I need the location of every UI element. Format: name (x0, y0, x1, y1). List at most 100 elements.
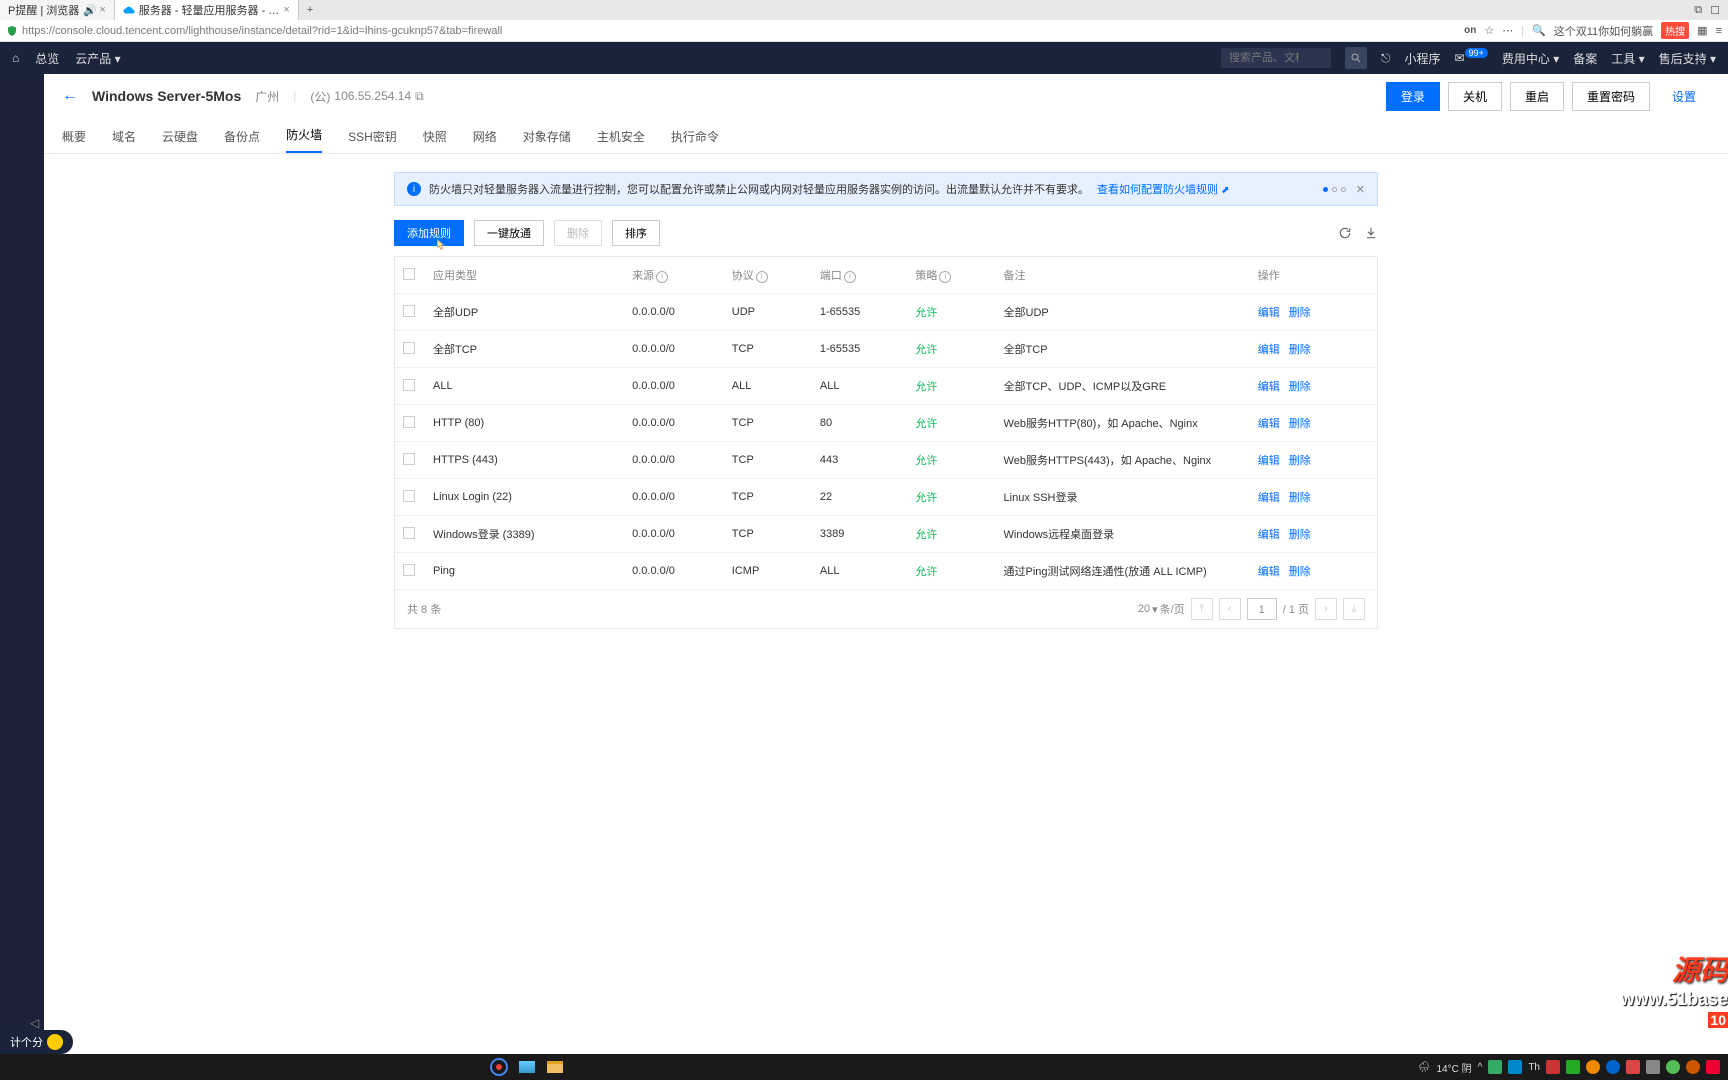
page-prev-button[interactable]: ‹ (1219, 598, 1241, 620)
nav-tools[interactable]: 工具 ▾ (1611, 50, 1644, 67)
tab-security[interactable]: 主机安全 (597, 128, 645, 153)
nav-ticket[interactable]: 售后支持 ▾ (1659, 50, 1716, 67)
tray-icon[interactable] (1646, 1060, 1660, 1074)
back-arrow-icon[interactable]: ← (62, 87, 78, 105)
row-delete-link[interactable]: 删除 (1289, 344, 1311, 356)
alert-link[interactable]: 查看如何配置防火墙规则 ⬈ (1097, 181, 1229, 197)
url-text[interactable]: https://console.cloud.tencent.com/lighth… (22, 25, 1464, 37)
row-delete-link[interactable]: 删除 (1289, 307, 1311, 319)
row-checkbox[interactable] (403, 527, 415, 539)
add-rule-button[interactable]: 添加规则 (394, 220, 464, 246)
row-delete-link[interactable]: 删除 (1289, 381, 1311, 393)
tab-snapshot[interactable]: 快照 (423, 128, 447, 153)
row-edit-link[interactable]: 编辑 (1258, 566, 1280, 578)
row-edit-link[interactable]: 编辑 (1258, 307, 1280, 319)
delete-button[interactable]: 删除 (554, 220, 602, 246)
row-checkbox[interactable] (403, 416, 415, 428)
row-checkbox[interactable] (403, 305, 415, 317)
tray-chevron-icon[interactable]: ^ (1478, 1062, 1483, 1073)
alert-close-icon[interactable]: ✕ (1356, 183, 1365, 196)
row-edit-link[interactable]: 编辑 (1258, 418, 1280, 430)
window-max-icon[interactable]: ☐ (1710, 4, 1720, 17)
nav-support[interactable]: 备案 (1573, 50, 1597, 67)
row-edit-link[interactable]: 编辑 (1258, 492, 1280, 504)
tray-icon[interactable] (1666, 1060, 1680, 1074)
tray-icon[interactable] (1546, 1060, 1560, 1074)
nav-miniapp[interactable]: 小程序 (1405, 50, 1441, 67)
nav-search[interactable] (1221, 48, 1331, 68)
tray-lang-icon[interactable]: Th (1528, 1062, 1540, 1073)
download-icon[interactable] (1364, 226, 1378, 240)
row-checkbox[interactable] (403, 564, 415, 576)
nav-helpcenter[interactable]: 费用中心 ▾ (1502, 50, 1559, 67)
grid-icon[interactable]: ▦ (1697, 24, 1707, 37)
refresh-icon[interactable] (1338, 226, 1352, 240)
resetpwd-button[interactable]: 重置密码 (1572, 82, 1650, 111)
menu-icon[interactable]: ⋯ (1502, 24, 1513, 37)
nav-search-input[interactable] (1229, 52, 1299, 64)
window-restore-icon[interactable]: ⧉ (1694, 4, 1702, 17)
select-all-checkbox[interactable] (403, 268, 415, 280)
tray-icon[interactable] (1508, 1060, 1522, 1074)
search-icon[interactable]: 🔍 (1532, 24, 1546, 37)
info-tip-icon[interactable]: i (844, 271, 856, 283)
copy-icon[interactable]: ⧉ (415, 89, 424, 104)
tray-weather[interactable]: 14°C 阴 (1437, 1060, 1472, 1075)
carousel-dots[interactable] (1321, 183, 1348, 195)
taskbar-app-icon[interactable] (544, 1056, 566, 1078)
tab-overview[interactable]: 概要 (62, 128, 86, 153)
browser-menu-icon[interactable]: ≡ (1716, 25, 1722, 37)
home-icon[interactable]: ⌂ (12, 51, 19, 65)
info-tip-icon[interactable]: i (756, 271, 768, 283)
row-delete-link[interactable]: 删除 (1289, 455, 1311, 467)
star-icon[interactable]: ☆ (1484, 24, 1494, 37)
info-tip-icon[interactable]: i (939, 271, 951, 283)
sort-button[interactable]: 排序 (612, 220, 660, 246)
tray-icon[interactable] (1606, 1060, 1620, 1074)
tab-domain[interactable]: 域名 (112, 128, 136, 153)
row-edit-link[interactable]: 编辑 (1258, 529, 1280, 541)
tray-icon[interactable] (1626, 1060, 1640, 1074)
nav-search-button[interactable] (1345, 47, 1367, 69)
tray-icon[interactable] (1686, 1060, 1700, 1074)
page-number[interactable]: 1 (1247, 598, 1277, 620)
quick-open-button[interactable]: 一键放通 (474, 220, 544, 246)
row-edit-link[interactable]: 编辑 (1258, 455, 1280, 467)
taskbar-app-icon[interactable] (516, 1056, 538, 1078)
tray-icon[interactable] (1488, 1060, 1502, 1074)
tray-weather-icon[interactable]: 🌧 (1418, 1062, 1431, 1073)
browser-tab[interactable]: P提醒 | 浏览器 🔊 × (0, 0, 115, 20)
row-checkbox[interactable] (403, 490, 415, 502)
tab-command[interactable]: 执行命令 (671, 128, 719, 153)
tab-network[interactable]: 网络 (473, 128, 497, 153)
mail-icon[interactable]: ✉99+ (1455, 51, 1488, 65)
promo-pill[interactable]: 计个分 (0, 1030, 73, 1054)
taskbar-app-icon[interactable] (488, 1056, 510, 1078)
hot-badge[interactable]: 热搜 (1661, 22, 1689, 39)
page-last-button[interactable]: ⤓ (1343, 598, 1365, 620)
tab-disk[interactable]: 云硬盘 (162, 128, 198, 153)
search-hint[interactable]: 这个双11你如何躺赢 (1554, 23, 1653, 39)
new-tab-button[interactable]: + (299, 4, 321, 16)
page-first-button[interactable]: ⤒ (1191, 598, 1213, 620)
tab-cos[interactable]: 对象存储 (523, 128, 571, 153)
reboot-button[interactable]: 重启 (1510, 82, 1564, 111)
row-edit-link[interactable]: 编辑 (1258, 344, 1280, 356)
tab-backup[interactable]: 备份点 (224, 128, 260, 153)
row-delete-link[interactable]: 删除 (1289, 529, 1311, 541)
nav-products[interactable]: 云产品 ▾ (75, 50, 120, 67)
shutdown-button[interactable]: 关机 (1448, 82, 1502, 111)
page-next-button[interactable]: › (1315, 598, 1337, 620)
tray-icon[interactable] (1586, 1060, 1600, 1074)
collapse-icon[interactable]: ◁ (30, 1016, 39, 1030)
row-delete-link[interactable]: 删除 (1289, 566, 1311, 578)
info-tip-icon[interactable]: i (656, 271, 668, 283)
per-page-select[interactable]: 20 ▾ 条/页 (1138, 601, 1185, 617)
nav-home[interactable]: 总览 (35, 50, 59, 67)
tab-firewall[interactable]: 防火墙 (286, 126, 322, 153)
row-checkbox[interactable] (403, 342, 415, 354)
row-checkbox[interactable] (403, 379, 415, 391)
tab-close-icon[interactable]: × (99, 4, 105, 16)
row-checkbox[interactable] (403, 453, 415, 465)
login-button[interactable]: 登录 (1386, 82, 1440, 111)
